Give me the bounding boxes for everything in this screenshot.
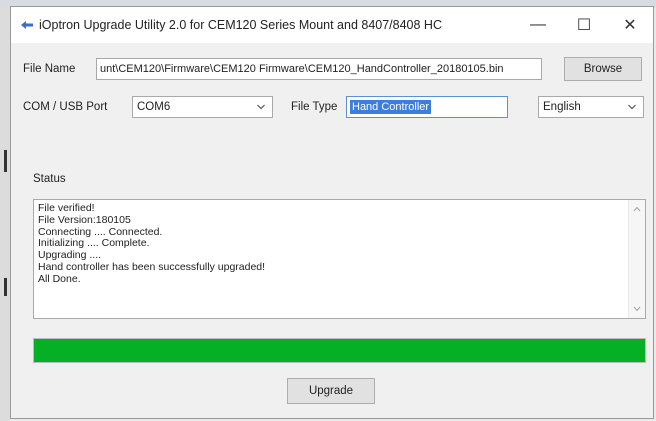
file-type-label: File Type xyxy=(291,101,338,113)
background-mark xyxy=(4,150,7,172)
status-line: Hand controller has been successfully up… xyxy=(38,260,266,273)
file-name-field[interactable]: unt\CEM120\Firmware\CEM120 Firmware\CEM1… xyxy=(96,58,542,80)
close-button[interactable]: ✕ xyxy=(607,7,653,43)
scroll-up-icon[interactable] xyxy=(629,202,645,216)
language-select[interactable]: English xyxy=(538,96,644,118)
file-type-value: Hand Controller xyxy=(350,100,432,114)
background-mark xyxy=(4,278,7,296)
upgrade-utility-window: iOptron Upgrade Utility 2.0 for CEM120 S… xyxy=(10,6,654,419)
app-arrow-icon xyxy=(19,17,35,33)
background-desktop-edge xyxy=(0,8,10,421)
browse-button[interactable]: Browse xyxy=(564,57,642,81)
language-selected-value: English xyxy=(543,101,581,113)
maximize-button[interactable]: ☐ xyxy=(561,7,607,43)
progress-fill xyxy=(34,339,645,362)
file-type-field[interactable]: Hand Controller xyxy=(346,96,508,118)
upgrade-progress-bar xyxy=(33,338,646,363)
chevron-down-icon xyxy=(627,102,637,112)
minimize-button[interactable]: — xyxy=(515,7,561,43)
window-title: iOptron Upgrade Utility 2.0 for CEM120 S… xyxy=(39,18,442,32)
port-selected-value: COM6 xyxy=(137,101,171,113)
port-label: COM / USB Port xyxy=(23,101,108,113)
port-select[interactable]: COM6 xyxy=(132,96,273,118)
title-bar[interactable]: iOptron Upgrade Utility 2.0 for CEM120 S… xyxy=(11,7,653,43)
status-log[interactable]: File verified! File Version:180105 Conne… xyxy=(33,199,646,319)
status-lines: File verified! File Version:180105 Conne… xyxy=(38,202,266,286)
status-scrollbar[interactable] xyxy=(628,200,645,318)
status-line: File Version:180105 xyxy=(38,213,131,226)
status-label: Status xyxy=(33,173,66,185)
file-name-label: File Name xyxy=(23,63,76,75)
upgrade-button[interactable]: Upgrade xyxy=(287,378,375,404)
file-name-value: unt\CEM120\Firmware\CEM120 Firmware\CEM1… xyxy=(100,63,504,75)
scroll-down-icon[interactable] xyxy=(629,302,645,316)
status-line: All Done. xyxy=(38,272,81,285)
chevron-down-icon xyxy=(256,102,266,112)
